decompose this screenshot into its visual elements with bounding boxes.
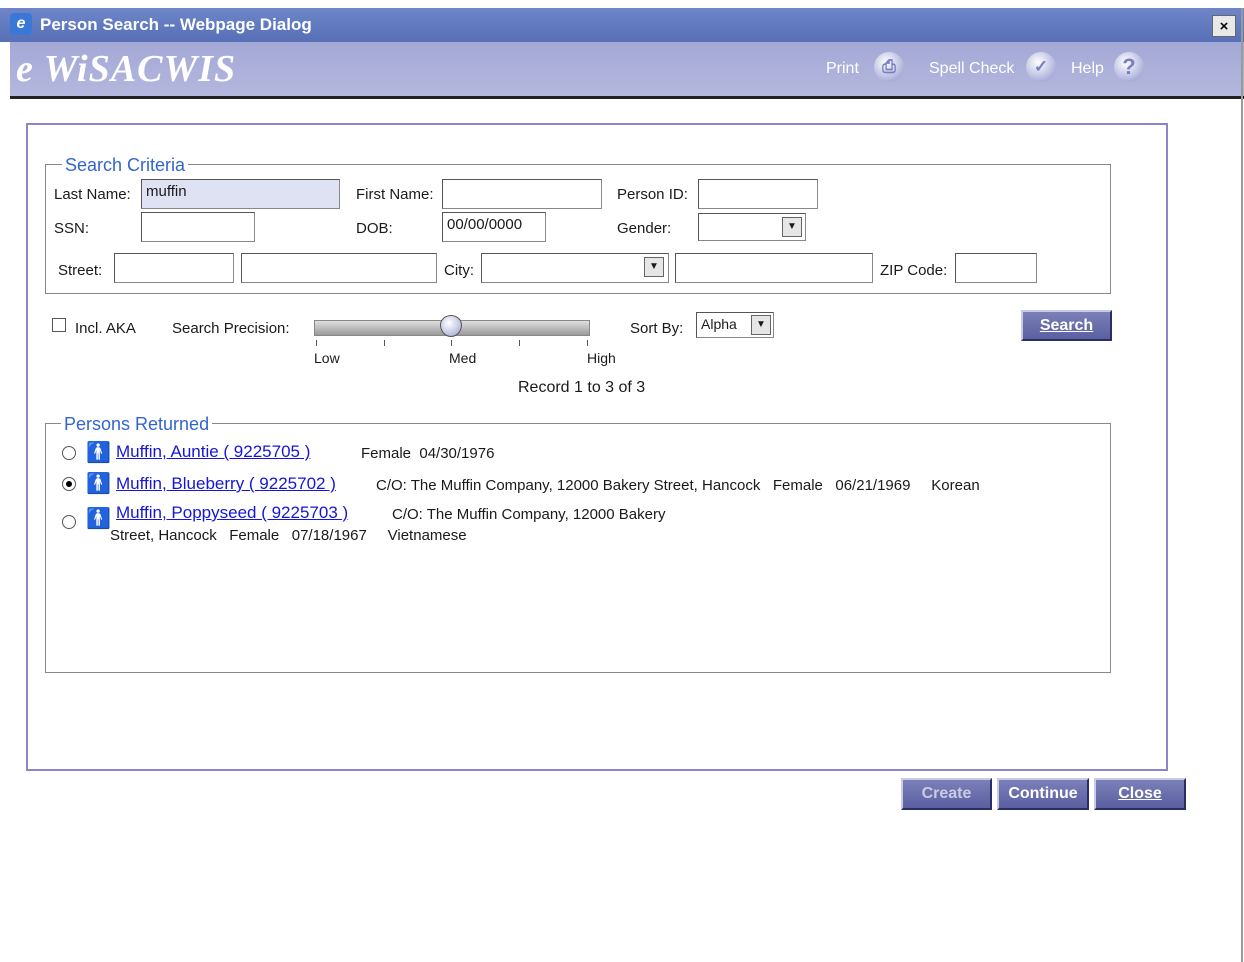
gender-label: Gender: [617,220,672,237]
zip-code-input[interactable] [955,253,1037,283]
person-details-continued: Street, Hancock Female 07/18/1967 Vietna… [110,527,467,544]
zip-code-label: ZIP Code: [880,262,948,279]
search-criteria-legend: Search Criteria [62,155,189,176]
search-button[interactable]: Search [1021,310,1112,341]
street-name-input[interactable] [241,253,437,283]
continue-button[interactable]: Continue [997,778,1089,810]
precision-tick-high: High [587,350,616,366]
person-id-label: Person ID: [617,186,688,203]
print-link[interactable]: Print [826,60,859,78]
ssn-label: SSN: [54,220,90,237]
precision-tick-med: Med [449,350,477,366]
person-icon: 🚹 [86,442,111,464]
person-select-radio[interactable] [62,477,76,491]
window-frame-edge [1241,8,1243,962]
person-select-radio[interactable] [62,515,76,529]
person-link[interactable]: Muffin, Auntie ( 9225705 ) [116,442,310,462]
spell-check-icon[interactable]: ✓ [1026,52,1056,82]
record-count: Record 1 to 3 of 3 [518,379,646,396]
ie-app-icon: e [10,13,32,35]
person-icon: 🚹 [86,473,111,495]
sort-by-label: Sort By: [630,320,684,337]
sort-by-dropdown-arrow-icon[interactable]: ▼ [751,315,771,335]
last-name-input[interactable]: muffin [141,179,340,209]
create-button[interactable]: Create [901,778,992,810]
persons-returned-legend: Persons Returned [61,414,213,435]
person-id-input[interactable] [698,179,818,209]
spell-check-link[interactable]: Spell Check [929,60,1014,78]
person-details: C/O: The Muffin Company, 12000 Bakery St… [376,477,980,494]
window-title: Person Search -- Webpage Dialog [40,15,312,34]
city-extra-input[interactable] [675,253,873,283]
dob-label: DOB: [356,220,393,237]
person-details: C/O: The Muffin Company, 12000 Bakery [392,506,666,523]
slider-tick [451,340,452,346]
person-icon: 🚹 [86,508,111,530]
person-link[interactable]: Muffin, Blueberry ( 9225702 ) [116,474,336,494]
app-logo: e WiSACWIS [16,48,237,90]
slider-tick [519,340,520,346]
incl-aka-label: Incl. AKA [75,320,136,337]
help-link[interactable]: Help [1071,60,1104,78]
city-label: City: [444,262,474,279]
precision-tick-low: Low [314,350,340,366]
printer-icon[interactable]: ⎙ [874,52,904,82]
person-details: Female 04/30/1976 [361,445,495,462]
person-link[interactable]: Muffin, Poppyseed ( 9225703 ) [116,503,348,523]
slider-tick [384,340,385,346]
window-close-button[interactable]: × [1212,15,1236,37]
slider-tick [316,340,317,346]
street-number-input[interactable] [114,253,234,283]
dob-input[interactable]: 00/00/0000 [442,212,546,242]
slider-tick [587,340,588,346]
person-select-radio[interactable] [62,446,76,460]
city-dropdown-arrow-icon[interactable]: ▼ [644,257,664,277]
close-button[interactable]: Close [1094,778,1186,810]
ssn-input[interactable] [141,212,255,242]
search-precision-label: Search Precision: [172,320,290,337]
last-name-label: Last Name: [54,186,131,203]
first-name-label: First Name: [356,186,434,203]
incl-aka-checkbox[interactable] [52,318,66,332]
first-name-input[interactable] [442,179,602,209]
help-icon[interactable]: ? [1114,52,1144,82]
street-label: Street: [58,262,103,279]
city-select[interactable] [481,253,669,283]
gender-dropdown-arrow-icon[interactable]: ▼ [782,217,802,237]
